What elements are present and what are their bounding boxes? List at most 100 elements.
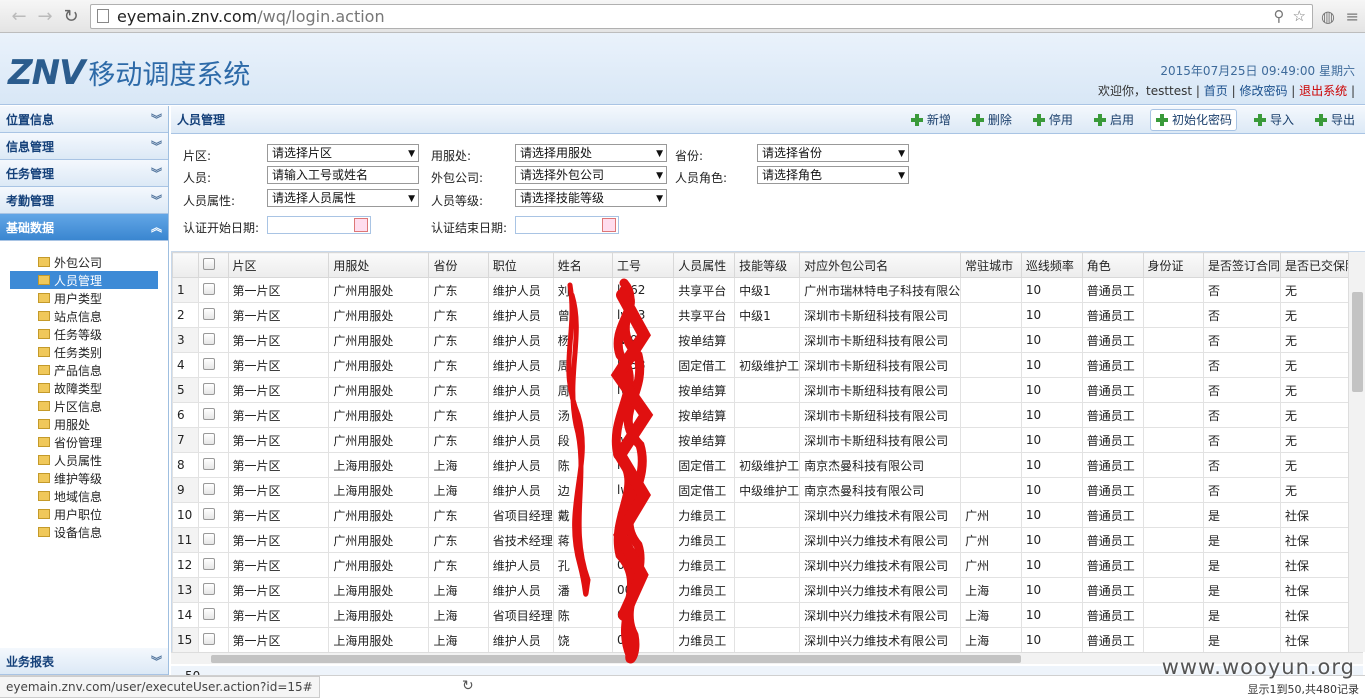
table-row[interactable]: 12 第一片区 广州用服处 广东 维护人员孔 00 力维员工 深圳中兴力维技术有限公司 广州 10…	[172, 552, 1363, 578]
reset-password-button[interactable]: 初始化密码	[1149, 108, 1237, 131]
calendar-icon[interactable]	[602, 218, 616, 232]
sidebar-group-attendance[interactable]: 考勤管理 ︾	[0, 187, 168, 214]
sidebar-group-basic-data[interactable]: 基础数据 ︽	[0, 214, 168, 241]
row-checkbox-cell[interactable]	[197, 627, 229, 652]
row-checkbox-cell[interactable]	[197, 277, 229, 303]
scroll-thumb[interactable]	[211, 655, 1021, 663]
row-checkbox-cell[interactable]	[197, 352, 229, 378]
table-row[interactable]: 4 第一片区 广州用服处 广东 维护人员周 lw58 固定借工 初级维护工 深圳市卡斯纽科技有限…	[172, 352, 1363, 378]
row-checkbox[interactable]	[202, 557, 215, 570]
row-checkbox[interactable]	[202, 482, 215, 495]
row-checkbox-cell[interactable]	[197, 402, 229, 428]
row-checkbox[interactable]	[202, 532, 215, 545]
disable-button[interactable]: 停用	[1028, 109, 1077, 131]
end-date-input[interactable]	[515, 216, 619, 234]
back-icon[interactable]: ←	[6, 3, 32, 29]
add-button[interactable]: 新增	[906, 109, 955, 131]
import-button[interactable]: 导入	[1249, 109, 1298, 131]
sidebar-group-info[interactable]: 信息管理 ︾	[0, 133, 168, 160]
reload-icon[interactable]: ↻	[58, 3, 84, 29]
row-checkbox[interactable]	[202, 407, 215, 420]
sidebar-item[interactable]: 故障类型	[10, 379, 158, 397]
row-checkbox-cell[interactable]	[197, 602, 229, 628]
menu-icon[interactable]: ≡	[1346, 7, 1359, 26]
logout-link[interactable]: 退出系统	[1299, 84, 1347, 98]
row-checkbox-cell[interactable]	[197, 302, 229, 328]
table-row[interactable]: 14 第一片区 上海用服处 上海 省项目经理陈 00 力维员工 深圳中兴力维技术有限公司 上海 1…	[172, 602, 1363, 628]
export-button[interactable]: 导出	[1310, 109, 1359, 131]
vertical-scrollbar[interactable]	[1348, 252, 1365, 652]
sidebar-item[interactable]: 任务等级	[10, 325, 158, 343]
globe-icon[interactable]: ◍	[1321, 7, 1335, 26]
home-link[interactable]: 首页	[1204, 84, 1228, 98]
row-checkbox[interactable]	[202, 507, 215, 520]
role-select[interactable]: 请选择角色	[757, 166, 909, 184]
office-select[interactable]: 请选择用服处	[515, 144, 667, 162]
sidebar-item[interactable]: 站点信息	[10, 307, 158, 325]
address-url[interactable]: eyemain.znv.com/wq/login.action	[117, 7, 1266, 26]
column-header[interactable]	[197, 252, 229, 278]
sidebar-item[interactable]: 外包公司	[10, 253, 158, 271]
row-checkbox[interactable]	[202, 307, 215, 320]
bookmark-star-icon[interactable]: ☆	[1293, 7, 1306, 25]
table-row[interactable]: 8 第一片区 上海用服处 上海 维护人员陈 lw 固定借工 初级维护工 南京杰曼科技有限公司 10…	[172, 452, 1363, 478]
row-checkbox-cell[interactable]	[197, 552, 229, 578]
select-all-checkbox[interactable]	[202, 257, 215, 270]
table-row[interactable]: 7 第一片区 广州用服处 广东 维护人员段 lw 按单结算 深圳市卡斯纽科技有限公司 10 普通员…	[172, 427, 1363, 453]
row-checkbox-cell[interactable]	[197, 427, 229, 453]
row-checkbox-cell[interactable]	[197, 527, 229, 553]
table-row[interactable]: 15 第一片区 上海用服处 上海 维护人员饶 00 力维员工 深圳中兴力维技术有限公司 上海 10…	[172, 627, 1363, 652]
table-row[interactable]: 9 第一片区 上海用服处 上海 维护人员边 lw 固定借工 中级维护工 南京杰曼科技有限公司 10…	[172, 477, 1363, 503]
start-date-input[interactable]	[267, 216, 371, 234]
row-checkbox[interactable]	[202, 582, 215, 595]
row-checkbox[interactable]	[202, 382, 215, 395]
row-checkbox-cell[interactable]	[197, 377, 229, 403]
sidebar-item[interactable]: 任务类别	[10, 343, 158, 361]
row-checkbox[interactable]	[202, 357, 215, 370]
table-row[interactable]: 5 第一片区 广州用服处 广东 维护人员周 lw 按单结算 深圳市卡斯纽科技有限公司 10 普通员…	[172, 377, 1363, 403]
delete-button[interactable]: 删除	[967, 109, 1016, 131]
table-row[interactable]: 13 第一片区 上海用服处 上海 维护人员潘 00 力维员工 深圳中兴力维技术有限公司 上海 10…	[172, 577, 1363, 603]
table-row[interactable]: 6 第一片区 广州用服处 广东 维护人员汤 lw 按单结算 深圳市卡斯纽科技有限公司 10 普通员…	[172, 402, 1363, 428]
sidebar-item[interactable]: 产品信息	[10, 361, 158, 379]
row-checkbox-cell[interactable]	[197, 477, 229, 503]
province-select[interactable]: 请选择省份	[757, 144, 909, 162]
sidebar-item[interactable]: 地域信息	[10, 487, 158, 505]
person-input[interactable]: 请输入工号或姓名	[267, 166, 419, 184]
row-checkbox[interactable]	[202, 607, 215, 620]
sidebar-item[interactable]: 用户类型	[10, 289, 158, 307]
table-row[interactable]: 1 第一片区 广州用服处 广东 维护人员刘 lw62 共享平台 中级1 广州市瑞林特电子科技有限…	[172, 277, 1363, 303]
scroll-thumb[interactable]	[1352, 292, 1363, 392]
forward-icon[interactable]: →	[32, 3, 58, 29]
row-checkbox[interactable]	[202, 632, 215, 645]
table-row[interactable]: 11 第一片区 广州用服处 广东 省技术经理蒋 00 力维员工 深圳中兴力维技术有限公司 广州 1…	[172, 527, 1363, 553]
level-select[interactable]: 请选择技能等级	[515, 189, 667, 207]
sidebar-item[interactable]: 片区信息	[10, 397, 158, 415]
extension-icon[interactable]: ⚲	[1274, 7, 1285, 25]
row-checkbox-cell[interactable]	[197, 577, 229, 603]
row-checkbox[interactable]	[202, 282, 215, 295]
sidebar-item[interactable]: 人员属性	[10, 451, 158, 469]
sidebar-group-task[interactable]: 任务管理 ︾	[0, 160, 168, 187]
outsource-select[interactable]: 请选择外包公司	[515, 166, 667, 184]
refresh-icon[interactable]: ↻	[462, 678, 474, 694]
calendar-icon[interactable]	[354, 218, 368, 232]
sidebar-item[interactable]: 人员管理	[10, 271, 158, 289]
sidebar-group-reports[interactable]: 业务报表 ︾	[0, 648, 168, 675]
enable-button[interactable]: 启用	[1089, 109, 1138, 131]
row-checkbox[interactable]	[202, 457, 215, 470]
sidebar-item[interactable]: 用户职位	[10, 505, 158, 523]
row-checkbox-cell[interactable]	[197, 452, 229, 478]
address-bar[interactable]: eyemain.znv.com/wq/login.action ⚲ ☆	[90, 3, 1313, 29]
area-select[interactable]: 请选择片区	[267, 144, 419, 162]
sidebar-group-location[interactable]: 位置信息 ︾	[0, 106, 168, 133]
change-password-link[interactable]: 修改密码	[1239, 84, 1287, 98]
row-checkbox[interactable]	[202, 332, 215, 345]
sidebar-item[interactable]: 设备信息	[10, 523, 158, 541]
table-row[interactable]: 10 第一片区 广州用服处 广东 省项目经理戴 00 力维员工 深圳中兴力维技术有限公司 广州 1…	[172, 502, 1363, 528]
attr-select[interactable]: 请选择人员属性	[267, 189, 419, 207]
row-checkbox[interactable]	[202, 432, 215, 445]
sidebar-item[interactable]: 维护等级	[10, 469, 158, 487]
row-checkbox-cell[interactable]	[197, 327, 229, 353]
table-row[interactable]: 3 第一片区 广州用服处 广东 维护人员杨 lw94 按单结算 深圳市卡斯纽科技有限公司 10 普…	[172, 327, 1363, 353]
